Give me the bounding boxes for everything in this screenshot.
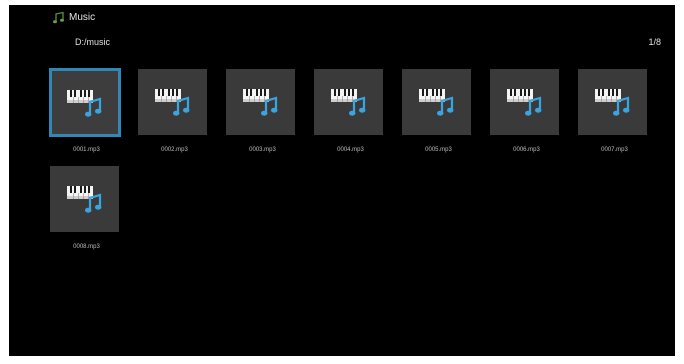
music-browser-screen: Music D:/music 1/8 0001.mp3 0002.mp3 000… bbox=[9, 5, 675, 356]
file-thumbnail bbox=[50, 166, 119, 232]
file-thumbnail bbox=[314, 69, 383, 135]
file-thumbnail bbox=[490, 69, 559, 135]
piano-music-file-icon bbox=[594, 89, 629, 116]
file-tile[interactable]: 0004.mp3 bbox=[310, 65, 385, 153]
file-name-label: 0004.mp3 bbox=[337, 147, 364, 153]
file-tile[interactable]: 0008.mp3 bbox=[46, 162, 121, 250]
file-tile[interactable]: 0001.mp3 bbox=[46, 65, 121, 153]
file-tile[interactable]: 0005.mp3 bbox=[398, 65, 473, 153]
piano-music-file-icon bbox=[330, 89, 365, 116]
file-thumbnail bbox=[402, 69, 471, 135]
file-name-label: 0003.mp3 bbox=[249, 147, 276, 153]
file-name-label: 0002.mp3 bbox=[161, 147, 188, 153]
file-tile[interactable]: 0002.mp3 bbox=[134, 65, 209, 153]
piano-music-file-icon bbox=[67, 89, 102, 117]
current-path: D:/music bbox=[75, 37, 111, 47]
file-name-label: 0006.mp3 bbox=[513, 147, 540, 153]
file-thumbnail bbox=[578, 69, 647, 135]
page-counter: 1/8 bbox=[648, 37, 661, 47]
file-thumbnail bbox=[138, 69, 207, 135]
file-name-label: 0007.mp3 bbox=[601, 147, 628, 153]
file-tile[interactable]: 0007.mp3 bbox=[574, 65, 649, 153]
file-name-label: 0005.mp3 bbox=[425, 147, 452, 153]
file-thumbnail bbox=[49, 68, 121, 137]
piano-music-file-icon bbox=[66, 186, 101, 213]
file-tile[interactable]: 0003.mp3 bbox=[222, 65, 297, 153]
app-title: Music bbox=[69, 12, 96, 23]
file-grid: 0001.mp3 0002.mp3 0003.mp3 0004.mp3 0005… bbox=[46, 65, 675, 250]
file-name-label: 0008.mp3 bbox=[73, 244, 100, 250]
file-thumbnail bbox=[226, 69, 295, 135]
file-tile[interactable]: 0006.mp3 bbox=[486, 65, 561, 153]
piano-music-file-icon bbox=[418, 89, 453, 116]
piano-music-file-icon bbox=[506, 89, 541, 116]
piano-music-file-icon bbox=[154, 89, 189, 116]
music-note-icon bbox=[53, 11, 64, 24]
piano-music-file-icon bbox=[242, 89, 277, 116]
file-name-label: 0001.mp3 bbox=[73, 147, 100, 153]
